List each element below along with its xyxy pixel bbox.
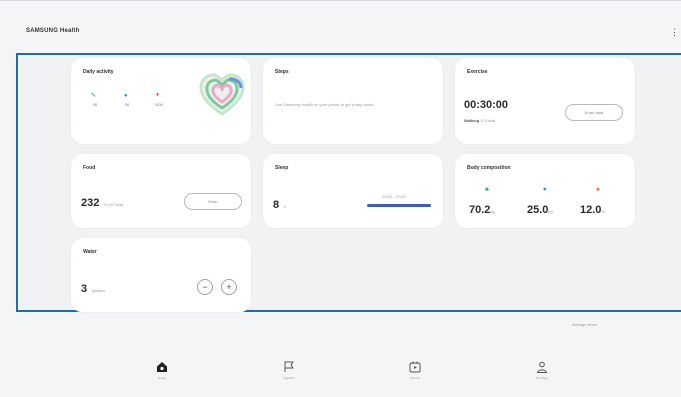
- bmi-unit: %: [601, 209, 605, 214]
- water-value: 3: [81, 283, 88, 295]
- bmi-icon: ♣: [596, 187, 600, 193]
- body-fat-unit: kg: [490, 209, 495, 214]
- exercise-time: 00:30:00: [464, 99, 509, 111]
- card-title: Daily activity: [83, 69, 114, 75]
- water-unit: glasses: [91, 288, 106, 293]
- enter-data-button[interactable]: Enter data: [565, 104, 623, 121]
- app-window: SAMSUNG Health ⋮ Daily activity ✎ 00 ● 0…: [0, 0, 681, 397]
- person-icon: [536, 361, 548, 373]
- food-intake: 232 /1,437 kcal: [81, 193, 123, 211]
- nav-label-my-page: My Page: [536, 376, 548, 380]
- active-time-value: 00: [124, 102, 130, 107]
- card-body-composition[interactable]: Body composition ♣ 70.2kg ♥ 25.0kg ♣ 12.…: [455, 154, 635, 228]
- steps-description: Use Samsung Health on your phone to get …: [275, 102, 375, 107]
- nav-fitness[interactable]: Fitness: [385, 360, 445, 380]
- bmi-value: 12.0: [580, 204, 602, 216]
- card-title: Body composition: [467, 165, 511, 171]
- body-fat: 70.2kg: [469, 200, 495, 218]
- manage-items-link[interactable]: Manage items: [572, 322, 597, 327]
- card-steps[interactable]: Steps Use Samsung Health on your phone t…: [263, 58, 443, 144]
- steps-icon: ✎: [91, 93, 97, 99]
- muscle-value: 25.0: [527, 204, 549, 216]
- muscle: 25.0kg: [527, 200, 553, 218]
- card-title: Sleep: [275, 165, 289, 171]
- card-exercise[interactable]: Exercise 00:30:00 Walking 170 kcal Enter…: [455, 58, 635, 144]
- card-title: Water: [83, 249, 97, 255]
- sleep-bar: [367, 204, 431, 207]
- food-value: 232: [81, 197, 100, 209]
- steps-value: 00: [92, 102, 98, 107]
- more-vertical-icon[interactable]: ⋮: [670, 28, 679, 37]
- nav-together[interactable]: Together: [259, 360, 319, 380]
- flag-icon: [284, 361, 294, 372]
- play-calendar-icon: [409, 361, 421, 373]
- bottom-navigation: Home Together Fitness My Page: [0, 360, 681, 397]
- water-decrease-button[interactable]: −: [197, 279, 213, 295]
- food-enter-button[interactable]: Enter: [184, 193, 242, 210]
- sleep-duration: 8 h: [273, 195, 286, 213]
- card-title: Steps: [275, 69, 289, 75]
- card-title: Exercise: [467, 69, 488, 75]
- card-daily-activity[interactable]: Daily activity ✎ 00 ● 00 ♦ 0/00: [71, 58, 251, 144]
- muscle-unit: kg: [548, 209, 553, 214]
- water-intake: 3 glasses: [81, 279, 105, 297]
- exercise-activity-detail: 170 kcal: [480, 118, 496, 123]
- card-sleep[interactable]: Sleep 8 h 23:00 - 07:00: [263, 154, 443, 228]
- exercise-activity: Walking 170 kcal: [464, 118, 495, 123]
- card-water[interactable]: Water 3 glasses − +: [71, 238, 251, 312]
- exercise-activity-name: Walking: [464, 118, 480, 123]
- activity-heart-icon: [199, 73, 245, 116]
- nav-label-fitness: Fitness: [410, 376, 420, 380]
- nav-my-page[interactable]: My Page: [512, 360, 572, 380]
- home-icon: [157, 362, 167, 372]
- nav-label-home: Home: [157, 376, 166, 380]
- sleep-range: 23:00 - 07:00: [382, 194, 406, 199]
- sleep-unit: h: [283, 204, 286, 209]
- calories-value: 0/00: [155, 102, 163, 107]
- sleep-value: 8: [273, 199, 280, 211]
- body-fat-icon: ♣: [485, 187, 489, 193]
- calories-icon: ♦: [156, 92, 160, 98]
- nav-label-together: Together: [283, 376, 295, 380]
- card-title: Food: [83, 165, 96, 171]
- bmi: 12.0%: [580, 200, 605, 218]
- food-unit: /1,437 kcal: [103, 202, 124, 207]
- active-time-icon: ●: [124, 93, 128, 99]
- body-fat-value: 70.2: [469, 204, 491, 216]
- app-header: SAMSUNG Health ⋮: [0, 0, 681, 52]
- water-increase-button[interactable]: +: [221, 279, 237, 295]
- muscle-icon: ♥: [543, 187, 547, 193]
- dashboard-cards-region: Daily activity ✎ 00 ● 00 ♦ 0/00 Steps Us…: [16, 53, 681, 312]
- nav-home[interactable]: Home: [132, 360, 192, 380]
- app-title: SAMSUNG Health: [26, 28, 80, 34]
- card-food[interactable]: Food 232 /1,437 kcal Enter: [71, 154, 251, 228]
